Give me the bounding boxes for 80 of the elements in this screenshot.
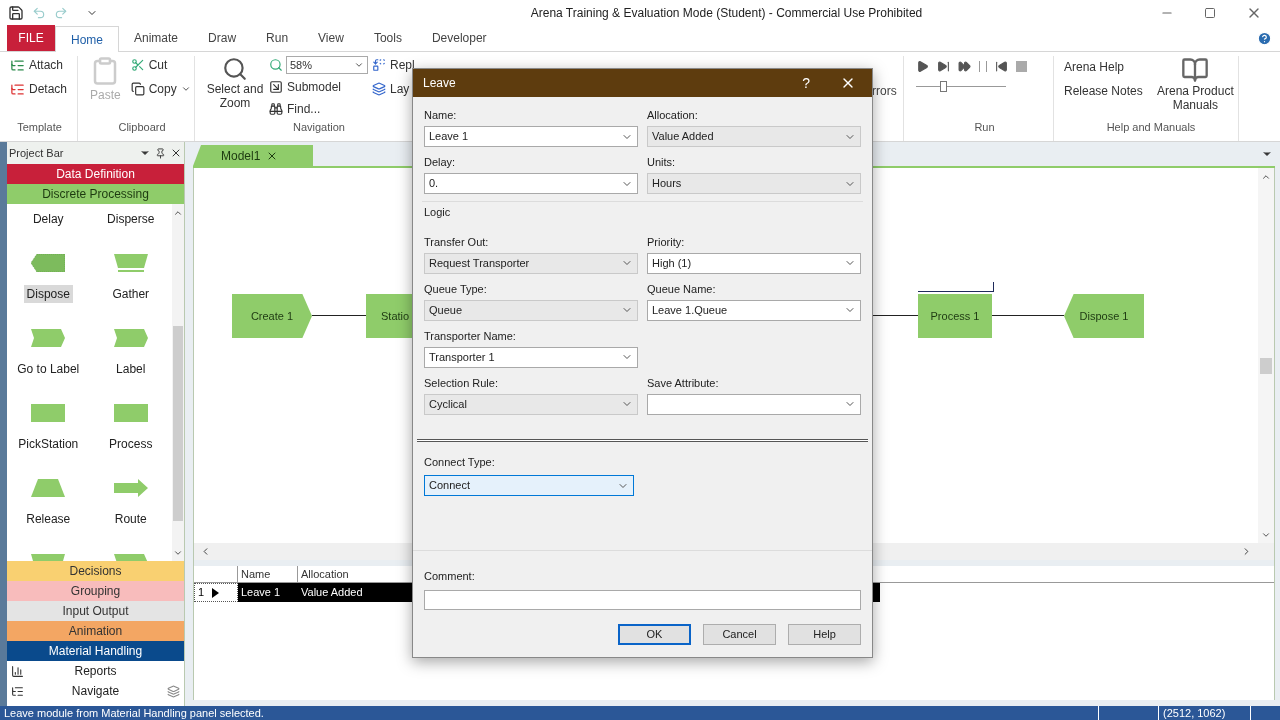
dropdown-field[interactable]: Connect — [424, 475, 634, 496]
project-bar-link[interactable]: Navigate — [24, 682, 167, 700]
status-message: Leave module from Material Handling panel selected. — [3, 706, 265, 720]
panel-header[interactable]: Input Output — [7, 601, 184, 621]
ribbon-tab[interactable]: Draw — [193, 25, 252, 51]
table-cell-text: Leave 1 — [240, 585, 282, 601]
dropdown-field[interactable]: Transporter 1 — [424, 346, 638, 368]
dialog-button[interactable]: Cancel — [703, 623, 776, 645]
dialog-button[interactable]: OK — [618, 623, 691, 645]
process-module[interactable]: Statio — [366, 294, 413, 338]
submodel-button[interactable]: Submodel — [269, 78, 368, 96]
dropdown-field[interactable]: Hours — [647, 173, 861, 194]
detach-button[interactable]: Detach — [10, 80, 77, 98]
project-bar-header: Project Bar — [7, 142, 184, 164]
dropdown-field[interactable]: Cyclical — [424, 393, 638, 415]
project-bar-link[interactable]: Reports — [24, 662, 167, 680]
field-label: Selection Rule: — [424, 375, 499, 389]
release-notes-link[interactable]: Release Notes — [1064, 82, 1143, 100]
group-label: Help and Manuals — [1105, 119, 1197, 135]
field-label: Transfer Out: — [424, 234, 490, 248]
ribbon-tab[interactable]: Animate — [119, 25, 194, 51]
panel-header[interactable]: Grouping — [7, 581, 184, 601]
row-number: 1 — [198, 585, 205, 601]
module-label[interactable]: Dispose — [23, 285, 73, 303]
process-module[interactable]: Process 1 — [918, 294, 992, 338]
panel-header[interactable]: Decisions — [7, 561, 184, 581]
dropdown-field[interactable]: 0. — [424, 173, 638, 194]
copy-button[interactable]: Copy — [130, 80, 191, 98]
arena-help-link[interactable]: Arena Help — [1064, 58, 1143, 76]
field-label: Name: — [424, 108, 458, 121]
dialog-button[interactable]: Help — [788, 623, 861, 645]
field-label: Allocation: — [647, 108, 699, 121]
ribbon-tab[interactable]: Home — [55, 26, 119, 52]
dialog-title: Leave — [423, 75, 457, 92]
cursor-coordinates: (2512, 1062) — [1158, 706, 1250, 720]
find-button[interactable]: Find... — [269, 100, 368, 118]
replace-button[interactable]: Repl — [372, 56, 415, 74]
field-label: Connect Type: — [424, 454, 496, 470]
ribbon-tab[interactable]: Run — [251, 25, 304, 51]
panel-header[interactable]: Material Handling — [7, 641, 184, 661]
field-label: Transporter Name: — [424, 328, 517, 342]
dropdown-field[interactable]: Queue — [424, 299, 638, 321]
field-label: Units: — [647, 155, 677, 168]
field-label: Priority: — [647, 234, 686, 248]
file-tab[interactable]: FILE — [7, 25, 55, 51]
dropdown-field[interactable]: High (1) — [647, 252, 861, 274]
ribbon-tab[interactable]: Developer — [416, 25, 502, 51]
group-label: Run — [973, 119, 996, 135]
cut-button[interactable]: Cut — [130, 56, 191, 74]
dropdown-field[interactable]: Value Added — [647, 126, 861, 147]
field-label: Queue Name: — [647, 281, 717, 295]
process-module[interactable]: Create 1 — [232, 294, 312, 338]
group-label: Navigation — [293, 119, 345, 135]
table-cell-text: Value Added — [300, 585, 364, 601]
field-label: Queue Type: — [424, 281, 488, 295]
process-module[interactable]: Dispose 1 — [1064, 294, 1144, 338]
panel-header[interactable]: Discrete Processing — [7, 184, 184, 204]
group-label: Template — [16, 119, 63, 135]
dropdown-field[interactable]: Leave 1.Queue — [647, 299, 861, 321]
field-label: Save Attribute: — [647, 375, 720, 389]
dropdown-field[interactable]: Leave 1 — [424, 126, 638, 147]
errors-button[interactable]: rrors — [872, 82, 903, 100]
layers-button[interactable]: Lay — [372, 80, 415, 98]
dropdown-field[interactable]: Request Transporter — [424, 252, 638, 274]
column-header[interactable]: Name — [238, 566, 298, 582]
model-tab[interactable]: Model1 — [193, 145, 313, 166]
window-title: Arena Training & Evaluation Mode (Student) - Commercial Use Prohibited — [530, 5, 923, 22]
help-button[interactable]: ? — [802, 72, 810, 94]
select-zoom-button[interactable]: Select and Zoom — [205, 56, 265, 119]
panel-header[interactable]: Animation — [7, 621, 184, 641]
zoom-field[interactable]: 58% — [286, 56, 368, 74]
panel-header[interactable]: Data Definition — [7, 164, 184, 184]
group-label: Clipboard — [117, 119, 167, 135]
ribbon-tab[interactable]: View — [303, 25, 359, 51]
manuals-button[interactable]: Arena Product Manuals — [1152, 56, 1238, 119]
ribbon-tab[interactable]: Tools — [358, 25, 417, 51]
field-label: Comment: — [424, 569, 476, 584]
attach-button[interactable]: Attach — [10, 56, 77, 74]
field-label: Delay: — [424, 155, 457, 168]
section-label: Logic — [424, 205, 452, 220]
